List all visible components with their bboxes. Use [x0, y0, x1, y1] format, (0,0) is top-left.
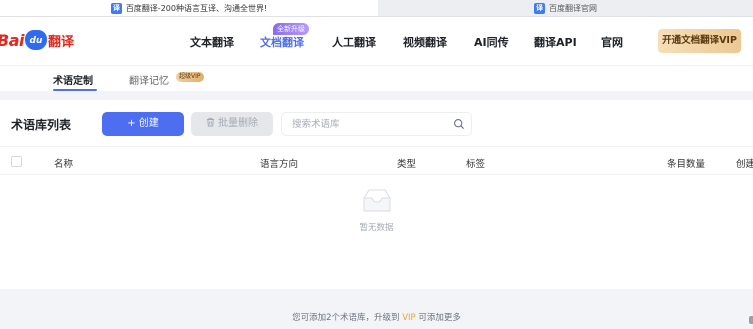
nav-human-translate[interactable]: 人工翻译	[332, 34, 376, 50]
baidu-paw-icon: du	[24, 30, 47, 50]
nav-translate-api[interactable]: 翻译API	[534, 34, 577, 50]
nav-official-site[interactable]: 官网	[601, 34, 623, 50]
column-header-entry-count: 条目数量	[667, 159, 706, 170]
scrollbar-handle[interactable]	[749, 316, 753, 324]
create-library-button[interactable]: + 创建	[102, 112, 184, 136]
empty-text: 暂无数据	[359, 223, 394, 233]
new-upgrade-badge: 全新升级	[273, 23, 309, 35]
empty-inbox-icon	[363, 189, 390, 212]
batch-delete-button[interactable]: 批量删除	[191, 112, 273, 136]
batch-delete-label: 批量删除	[218, 118, 258, 129]
baidu-translate-favicon-icon: 译	[534, 2, 545, 14]
column-header-created: 创建	[736, 159, 753, 170]
browser-tab-1[interactable]: 译 百度翻译-200种语言互译、沟通全世界!	[0, 0, 378, 16]
table-header: 名称 语言方向 类型 标签 条目数量 创建	[0, 146, 753, 175]
column-header-name: 名称	[54, 159, 74, 170]
site-header: Bai du 翻译 文本翻译 文档翻译 人工翻译 视频翻译 AI同传 翻译API…	[0, 17, 753, 65]
footer-note: 您可添加2个术语库，升级到 VIP 可添加更多	[292, 313, 461, 323]
column-header-type: 类型	[397, 159, 417, 170]
nav-ai-interpret[interactable]: AI同传	[474, 34, 509, 50]
trash-icon	[207, 117, 214, 127]
search-icon[interactable]	[453, 118, 465, 130]
column-header-language-direction: 语言方向	[260, 159, 299, 170]
super-vip-badge: 超级VIP	[176, 72, 204, 82]
vip-upgrade-link[interactable]: VIP	[402, 313, 415, 323]
term-library-title: 术语库列表	[11, 118, 72, 132]
tab-term-customization[interactable]: 术语定制	[53, 72, 93, 87]
browser-tab-2[interactable]: 译 百度翻译官网	[378, 0, 753, 16]
nav-document-translate[interactable]: 文档翻译	[260, 34, 304, 50]
nav-video-translate[interactable]: 视频翻译	[403, 34, 447, 50]
baidu-translate-logo[interactable]: Bai du 翻译	[0, 28, 74, 52]
tab-translation-memory[interactable]: 翻译记忆	[129, 72, 169, 87]
browser-tab-label: 百度翻译-200种语言互译、沟通全世界!	[125, 3, 268, 13]
select-all-checkbox[interactable]	[11, 156, 22, 167]
browser-tab-strip: 译 百度翻译-200种语言互译、沟通全世界! 译 百度翻译官网	[0, 0, 753, 17]
column-header-tags: 标签	[466, 159, 486, 170]
search-input[interactable]	[292, 117, 442, 132]
footer: 您可添加2个术语库，升级到 VIP 可添加更多	[0, 289, 753, 329]
search-box	[281, 112, 472, 136]
sub-tab-bar: 术语定制 翻译记忆 超级VIP	[0, 65, 753, 91]
browser-tab-label: 百度翻译官网	[549, 3, 597, 13]
open-document-vip-button[interactable]: 开通文档翻译VIP	[658, 29, 741, 53]
nav-text-translate[interactable]: 文本翻译	[190, 34, 234, 50]
baidu-translate-favicon-icon: 译	[110, 2, 122, 14]
term-library-card: 术语库列表 + 创建 批量删除 名称 语言方向 类型 标签 条目数量 创建 暂无…	[0, 91, 753, 289]
empty-state: 暂无数据	[0, 188, 753, 233]
